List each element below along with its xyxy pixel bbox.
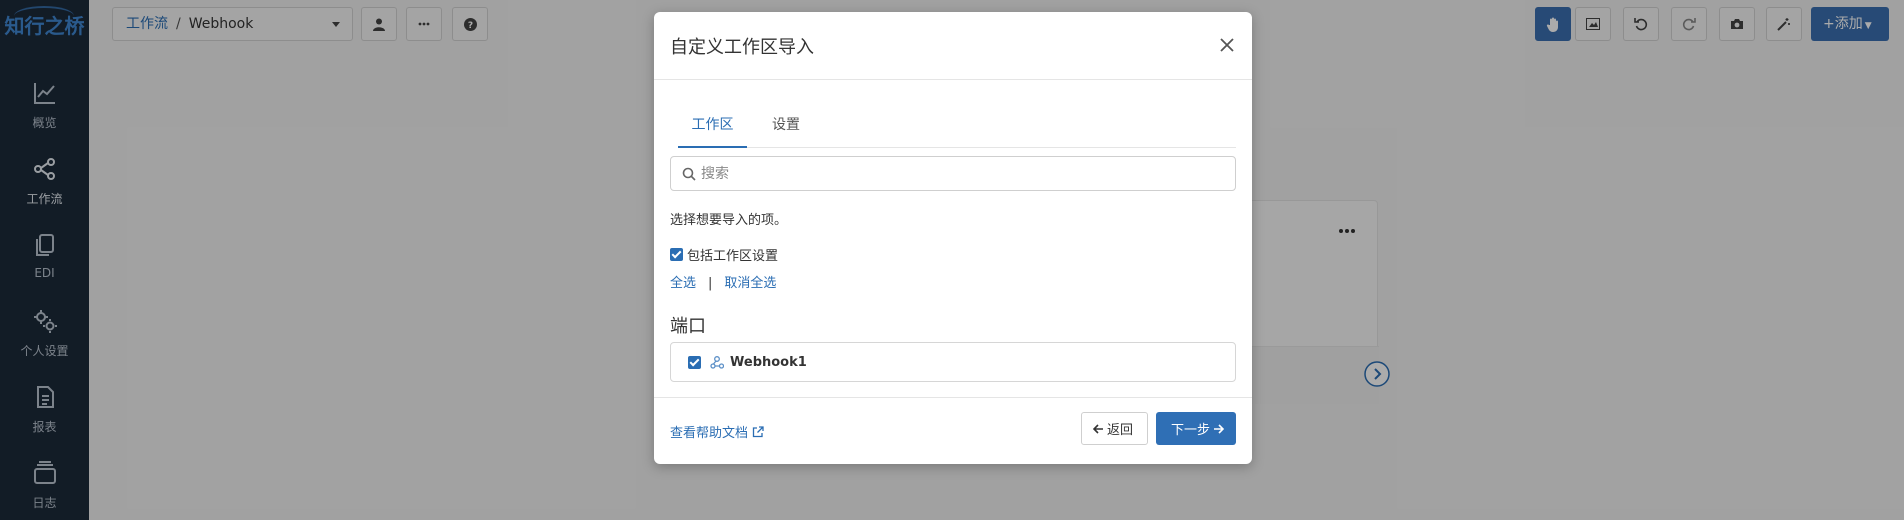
search-input[interactable]: [701, 157, 1221, 190]
list-item[interactable]: Webhook1: [670, 342, 1236, 382]
selection-links: 全选 | 取消全选: [670, 272, 776, 291]
external-link-icon: [752, 425, 764, 437]
next-button-label: 下一步: [1170, 423, 1210, 438]
back-button-label: 返回: [1106, 423, 1133, 438]
dialog-header: 自定义工作区导入: [654, 12, 1252, 80]
tab-workspace[interactable]: 工作区: [678, 114, 747, 148]
dialog-footer: 查看帮助文档 返回 下一步: [654, 397, 1252, 464]
select-all-link[interactable]: 全选: [670, 276, 696, 291]
close-icon[interactable]: [1216, 34, 1238, 56]
instruction-text: 选择想要导入的项。: [670, 213, 788, 228]
arrow-left-icon: [1092, 423, 1103, 434]
item-checkbox[interactable]: [688, 355, 701, 369]
section-title: 端口: [670, 316, 706, 337]
dialog-title: 自定义工作区导入: [670, 37, 814, 58]
deselect-all-link[interactable]: 取消全选: [724, 276, 776, 291]
import-dialog: 自定义工作区导入 工作区 设置 选择想要导入的项。 包括工作区设置 全选 | 取消全…: [654, 12, 1252, 464]
search-icon: [682, 167, 696, 181]
item-name: Webhook1: [730, 354, 807, 370]
webhook-icon: [710, 356, 724, 369]
link-divider: |: [708, 276, 713, 291]
back-button[interactable]: 返回: [1081, 412, 1148, 445]
include-settings-row[interactable]: 包括工作区设置: [670, 245, 778, 264]
help-docs-link[interactable]: 查看帮助文档: [670, 422, 764, 441]
search-field[interactable]: [670, 156, 1236, 191]
include-settings-checkbox[interactable]: [670, 248, 683, 261]
help-docs-label: 查看帮助文档: [670, 426, 749, 441]
include-settings-label: 包括工作区设置: [687, 249, 779, 264]
tab-settings[interactable]: 设置: [772, 114, 800, 148]
next-button[interactable]: 下一步: [1156, 412, 1236, 445]
dialog-tabs: 工作区 设置: [678, 100, 1236, 148]
arrow-right-icon: [1214, 423, 1224, 434]
